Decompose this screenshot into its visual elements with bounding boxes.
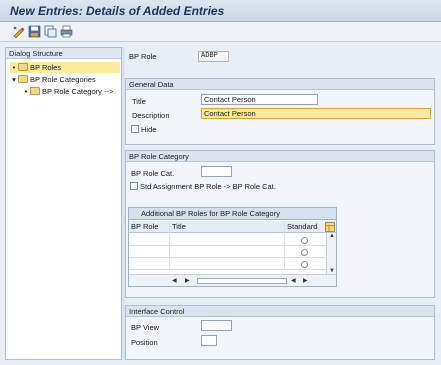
scroll-right-icon[interactable]: ▶ xyxy=(185,277,190,284)
dialog-structure-panel: Dialog Structure • BP Roles ▾ BP Role Cate… xyxy=(5,47,122,360)
tree-bullet-icon: • xyxy=(12,63,16,72)
interface-control-group: Interface Control xyxy=(125,305,435,360)
standard-radio-row-2[interactable] xyxy=(301,249,308,256)
bp-view-field[interactable] xyxy=(201,320,232,331)
bp-role-cat-label: BP Role Cat. xyxy=(131,169,175,178)
folder-icon xyxy=(30,87,40,95)
table-row[interactable] xyxy=(129,245,326,246)
column-header-bp-role[interactable]: BP Role xyxy=(129,221,158,233)
title-label: Title xyxy=(132,97,146,106)
column-header-standard[interactable]: Standard xyxy=(285,221,317,233)
std-assignment-checkbox[interactable] xyxy=(130,182,138,190)
save-icon[interactable] xyxy=(28,25,41,38)
position-field[interactable] xyxy=(201,335,217,346)
tree-item-bp-role-categories[interactable]: ▾ BP Role Categories xyxy=(10,74,96,85)
display-change-icon[interactable] xyxy=(12,25,25,38)
toolbar xyxy=(0,22,441,42)
dialog-structure-header: Dialog Structure xyxy=(6,48,121,59)
bp-role-category-header: BP Role Category xyxy=(126,151,434,162)
window-title: New Entries: Details of Added Entries xyxy=(10,4,225,18)
title-bar: New Entries: Details of Added Entries xyxy=(0,0,441,22)
scroll-thumb[interactable] xyxy=(197,278,287,284)
general-data-header: General Data xyxy=(126,79,434,90)
tree-item-bp-roles[interactable]: • BP Roles xyxy=(10,62,120,73)
bp-role-cat-field[interactable] xyxy=(201,166,232,177)
table-vertical-scrollbar[interactable]: ▲ ▼ xyxy=(326,233,336,274)
print-icon[interactable] xyxy=(60,25,73,38)
expand-triangle-icon[interactable]: ▾ xyxy=(10,74,18,85)
table-row[interactable] xyxy=(129,257,326,258)
hide-label: Hide xyxy=(141,125,157,134)
table-row[interactable] xyxy=(129,269,326,270)
scroll-left-icon[interactable]: ◀ xyxy=(291,277,296,284)
interface-control-header: Interface Control xyxy=(126,306,434,317)
hide-checkbox[interactable] xyxy=(131,125,139,133)
bp-view-label: BP View xyxy=(131,323,160,332)
scroll-right-icon[interactable]: ▶ xyxy=(303,277,308,284)
scroll-up-icon[interactable]: ▲ xyxy=(329,233,335,239)
table-horizontal-scrollbar[interactable]: ◀ ▶ ◀ ▶ xyxy=(129,274,336,286)
description-label: Description xyxy=(132,111,170,120)
table-caption: Additional BP Roles for BP Role Category xyxy=(129,208,336,220)
column-header-title[interactable]: Title xyxy=(170,221,186,233)
folder-icon xyxy=(18,75,28,83)
table-header-row: BP Role Title Standard xyxy=(129,221,336,233)
table-settings-icon[interactable] xyxy=(325,222,335,232)
scroll-left-icon[interactable]: ◀ xyxy=(172,277,177,284)
standard-radio-row-1[interactable] xyxy=(301,237,308,244)
bp-role-label: BP Role xyxy=(129,52,157,61)
bp-role-field: ADBP xyxy=(198,51,229,62)
description-field[interactable]: Contact Person xyxy=(201,108,431,119)
folder-open-icon xyxy=(18,63,28,71)
additional-bp-roles-table: Additional BP Roles for BP Role Category… xyxy=(128,207,337,287)
title-field[interactable]: Contact Person xyxy=(201,94,318,105)
copy-icon[interactable] xyxy=(44,25,57,38)
standard-radio-row-3[interactable] xyxy=(301,261,308,268)
tree-bullet-icon: • xyxy=(24,87,28,96)
tree-item-bp-role-category-assign[interactable]: • BP Role Category --> xyxy=(22,86,113,97)
position-label: Position xyxy=(131,338,158,347)
std-assignment-label: Std Assignment BP Role -> BP Role Cat. xyxy=(140,182,276,191)
